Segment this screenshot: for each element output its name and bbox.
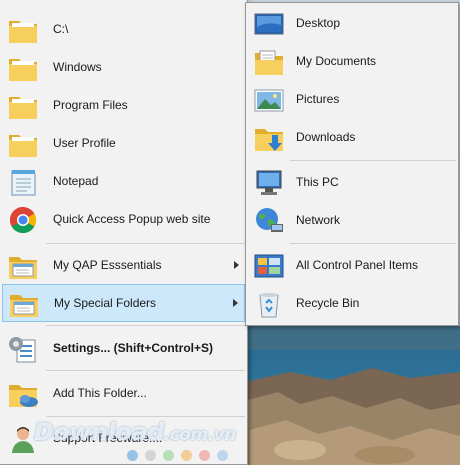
menu-separator xyxy=(290,160,456,161)
pictures-icon xyxy=(253,85,285,115)
menu-item-label: Recycle Bin xyxy=(296,296,360,310)
submenu-arrow-icon xyxy=(233,299,238,307)
submenu-item-downloads[interactable]: Downloads xyxy=(248,119,456,157)
menu-item-label: All Control Panel Items xyxy=(296,258,419,272)
menu-item-notepad[interactable]: Notepad xyxy=(2,163,245,201)
menu-separator xyxy=(46,416,245,417)
menu-item-label: C:\ xyxy=(53,22,69,36)
menu-item-windows[interactable]: Windows xyxy=(2,49,245,87)
menu-item-label: My QAP Esssentials xyxy=(53,258,162,272)
watermark-logo: Download.com.vn xyxy=(34,418,236,446)
chrome-icon xyxy=(7,205,39,235)
watermark-dot xyxy=(217,450,228,461)
notepad-icon xyxy=(7,167,39,197)
watermark-dot xyxy=(145,450,156,461)
menu-item-label: Downloads xyxy=(296,130,356,144)
submenu-item-recycle-bin[interactable]: Recycle Bin xyxy=(248,285,456,323)
downloads-folder-icon xyxy=(253,123,285,153)
menu-separator xyxy=(290,243,456,244)
folder-menu-icon xyxy=(7,251,39,281)
menu-item-label: Program Files xyxy=(53,98,128,112)
menu-item-label: Windows xyxy=(53,60,102,74)
recycle-bin-icon xyxy=(253,289,285,319)
special-folders-submenu: Desktop My Documents Pictures Downloads … xyxy=(245,2,459,326)
menu-item-qap-website[interactable]: Quick Access Popup web site xyxy=(2,201,245,239)
menu-item-special-folders[interactable]: My Special Folders xyxy=(2,284,245,322)
menu-item-label: My Documents xyxy=(296,54,377,68)
main-popup-menu: C:\ Windows Program Files User Profile N… xyxy=(0,0,248,465)
menu-item-label: Add This Folder... xyxy=(53,386,147,400)
menu-item-qap-essentials[interactable]: My QAP Esssentials xyxy=(2,247,245,285)
menu-item-settings[interactable]: Settings... (Shift+Control+S) xyxy=(2,330,245,368)
folder-icon xyxy=(7,129,39,159)
folder-icon xyxy=(7,53,39,83)
watermark-dot xyxy=(181,450,192,461)
submenu-item-network[interactable]: Network xyxy=(248,202,456,240)
menu-item-user-profile[interactable]: User Profile xyxy=(2,125,245,163)
add-folder-icon xyxy=(7,379,39,409)
submenu-item-control-panel[interactable]: All Control Panel Items xyxy=(248,247,456,285)
menu-item-add-folder[interactable]: Add This Folder... xyxy=(2,375,245,413)
documents-folder-icon xyxy=(253,47,285,77)
desktop-icon xyxy=(253,9,285,39)
settings-icon xyxy=(7,334,39,364)
menu-item-program-files[interactable]: Program Files xyxy=(2,87,245,125)
submenu-item-this-pc[interactable]: This PC xyxy=(248,164,456,202)
menu-separator xyxy=(46,370,245,371)
menu-item-label: Pictures xyxy=(296,92,340,106)
folder-icon xyxy=(7,15,39,45)
menu-item-label: Notepad xyxy=(53,174,99,188)
watermark-dot xyxy=(163,450,174,461)
watermark-suffix: .com.vn xyxy=(163,425,237,445)
menu-item-label: My Special Folders xyxy=(54,296,157,310)
menu-item-label: Settings... (Shift+Control+S) xyxy=(53,341,214,355)
folder-icon xyxy=(7,91,39,121)
network-icon xyxy=(253,206,285,236)
submenu-item-my-documents[interactable]: My Documents xyxy=(248,43,456,81)
this-pc-icon xyxy=(253,168,285,198)
menu-item-label: Desktop xyxy=(296,16,341,30)
control-panel-icon xyxy=(253,251,285,281)
watermark-text: Download xyxy=(34,418,164,446)
menu-item-label: User Profile xyxy=(53,136,116,150)
submenu-arrow-icon xyxy=(234,261,239,269)
submenu-item-pictures[interactable]: Pictures xyxy=(248,81,456,119)
menu-separator xyxy=(46,243,245,244)
menu-item-label: Quick Access Popup web site xyxy=(53,212,211,226)
folder-menu-icon xyxy=(8,289,40,319)
watermark-dot xyxy=(127,450,138,461)
watermark-dot xyxy=(199,450,210,461)
menu-item-c-drive[interactable]: C:\ xyxy=(2,11,245,49)
submenu-item-desktop[interactable]: Desktop xyxy=(248,5,456,43)
menu-separator xyxy=(46,325,245,326)
menu-item-label: This PC xyxy=(296,175,339,189)
menu-item-label: Network xyxy=(296,213,341,227)
